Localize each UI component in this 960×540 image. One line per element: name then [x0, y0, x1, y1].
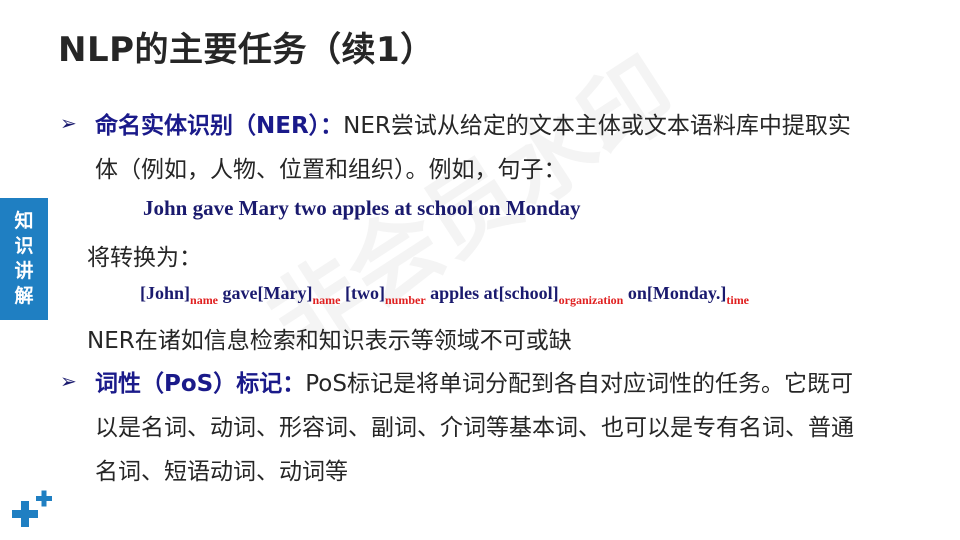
ner-conclusion: NER在诸如信息检索和知识表示等领域不可或缺 — [87, 328, 572, 354]
ner-line-1: 命名实体识别（NER）：NER尝试从给定的文本主体或文本语料库中提取实 — [95, 106, 851, 140]
entity-tag: organization — [558, 293, 624, 307]
pos-label: 词性（PoS）标记： — [95, 371, 306, 397]
bullet-arrow-icon: ➢ — [60, 369, 77, 393]
pos-text-line2: 以是名词、动词、形容词、副词、介词等基本词、也可以是专有名词、普通 — [95, 415, 854, 441]
convert-label: 将转换为： — [87, 245, 202, 271]
pos-text-line3: 名词、短语动词、动词等 — [95, 459, 348, 485]
plus-logo-icon — [12, 490, 52, 527]
entity-tag: time — [726, 293, 750, 307]
entity-tag: name — [190, 293, 219, 307]
pos-line-1: 词性（PoS）标记：PoS标记是将单词分配到各自对应词性的任务。它既可 — [95, 364, 853, 398]
ner-label: 命名实体识别（NER）： — [95, 113, 344, 139]
side-tab-char: 识 — [14, 235, 34, 257]
ner-text-line1: NER尝试从给定的文本主体或文本语料库中提取实 — [343, 113, 851, 139]
side-tab-char: 解 — [14, 285, 34, 307]
annotated-token: gave[Mary] — [218, 283, 313, 303]
example-sentence: John gave Mary two apples at school on M… — [143, 196, 581, 220]
annotated-token: on[Monday.] — [623, 283, 727, 303]
entity-tag: name — [312, 293, 341, 307]
section-side-tab: 知 识 讲 解 — [0, 198, 48, 320]
bullet-arrow-icon: ➢ — [60, 111, 77, 135]
annotated-token: [John] — [140, 283, 191, 303]
side-tab-char: 知 — [14, 210, 34, 232]
annotated-token: apples at[school] — [425, 283, 559, 303]
ner-text-line2: 体（例如，人物、位置和组织）。例如，句子： — [95, 157, 567, 183]
pos-text-line1: PoS标记是将单词分配到各自对应词性的任务。它既可 — [305, 371, 853, 397]
side-tab-char: 讲 — [14, 260, 34, 282]
annotated-sentence: [John]name gave[Mary]name [two]number ap… — [140, 283, 749, 308]
entity-tag: number — [384, 293, 426, 307]
page-title: NLP的主要任务（续1） — [58, 30, 435, 70]
annotated-token: [two] — [340, 283, 385, 303]
